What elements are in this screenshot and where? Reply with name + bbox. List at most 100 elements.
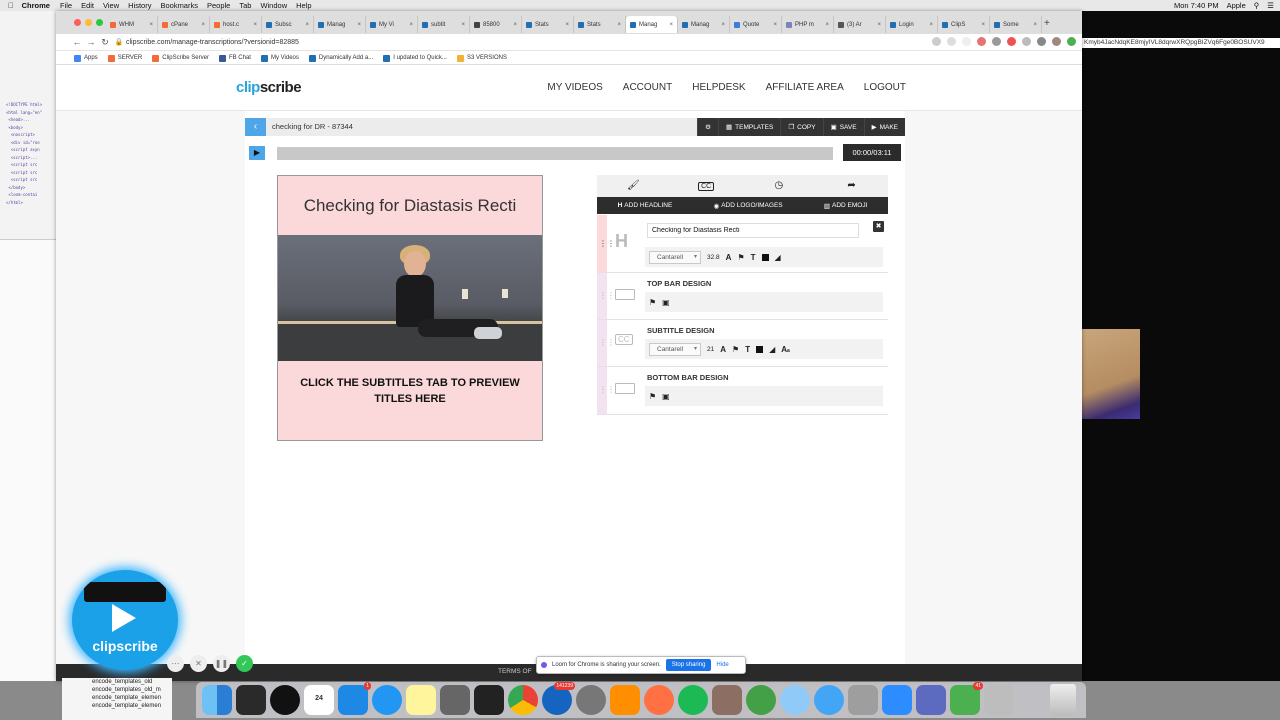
menu-history[interactable]: History xyxy=(128,1,151,10)
bookmark-item[interactable]: S3 VERSIONS xyxy=(456,54,507,62)
browser-tab[interactable]: My Vi × xyxy=(366,16,418,33)
bookmark-item[interactable]: ClipScribe Server xyxy=(152,54,209,62)
bookmark-item[interactable]: My Videos xyxy=(260,54,299,62)
add-emoji-button[interactable]: ▧ ADD EMOJI xyxy=(824,202,868,210)
tab-share[interactable]: ➦ xyxy=(815,175,888,197)
loom-finish-button[interactable]: ✓ xyxy=(236,655,253,672)
menu-people[interactable]: People xyxy=(207,1,230,10)
finder-file-item[interactable]: encode_templates_old xyxy=(92,678,172,686)
hide-banner-button[interactable]: Hide xyxy=(716,662,728,668)
tab-close-icon[interactable]: × xyxy=(253,22,257,28)
tab-close-icon[interactable]: × xyxy=(617,22,621,28)
bookmark-item[interactable]: FB Chat xyxy=(218,54,251,62)
clock[interactable]: Mon 7:40 PM xyxy=(1174,1,1219,10)
tab-close-icon[interactable]: × xyxy=(929,22,933,28)
add-headline-button[interactable]: H ADD HEADLINE xyxy=(618,202,673,209)
zoom-icon[interactable] xyxy=(947,37,956,46)
drag-handle-icon[interactable]: ⋮⋮ xyxy=(599,291,615,300)
nav-account[interactable]: ACCOUNT xyxy=(623,82,672,93)
make-button[interactable]: ▶ MAKE xyxy=(863,118,905,136)
back-arrow-icon[interactable]: ← xyxy=(70,37,84,47)
browser-tab[interactable]: Manag × xyxy=(314,16,366,33)
menu-file[interactable]: File xyxy=(60,1,72,10)
facetime-icon[interactable]: 41 xyxy=(950,682,983,715)
finder-file-item[interactable]: encode_templates_old_m xyxy=(92,686,172,694)
atom-icon[interactable] xyxy=(746,685,776,715)
tab-close-icon[interactable]: × xyxy=(981,22,985,28)
finder-icon[interactable] xyxy=(202,685,232,715)
loom-cancel-button[interactable]: ✕ xyxy=(190,655,207,672)
zoom-app-icon[interactable] xyxy=(882,685,912,715)
menu-window[interactable]: Window xyxy=(260,1,287,10)
star-icon[interactable] xyxy=(962,37,971,46)
text-color-swatch[interactable] xyxy=(756,345,764,353)
menu-help[interactable]: Help xyxy=(296,1,311,10)
extensions-puzzle-icon[interactable] xyxy=(1037,37,1046,46)
progress-track[interactable] xyxy=(277,147,833,160)
tab-close-icon[interactable]: × xyxy=(721,22,725,28)
menu-edit[interactable]: Edit xyxy=(81,1,94,10)
extension-red-icon[interactable] xyxy=(977,37,986,46)
notes-icon[interactable] xyxy=(406,685,436,715)
background-shape-icon[interactable]: ◢ xyxy=(769,345,775,354)
tab-close-icon[interactable]: × xyxy=(409,22,413,28)
bookmark-item[interactable]: SERVER xyxy=(107,54,142,62)
browser-tab[interactable]: Quote × xyxy=(730,16,782,33)
tab-close-icon[interactable]: × xyxy=(825,22,829,28)
url-field[interactable]: clipscribe.com/manage-transcriptions/?ve… xyxy=(126,37,906,48)
settings-button[interactable]: ⚙ xyxy=(697,118,718,136)
menu-tab[interactable]: Tab xyxy=(239,1,251,10)
browser-tab[interactable]: PHP m × xyxy=(782,16,834,33)
text-style-icon[interactable]: T xyxy=(751,253,756,262)
trash-icon[interactable] xyxy=(1050,684,1076,716)
finder-file-item[interactable]: encode_template_elemen xyxy=(92,702,172,710)
fill-bucket-icon[interactable]: ⚑ xyxy=(649,392,656,401)
firefox-icon[interactable] xyxy=(644,685,674,715)
subtitle-size-value[interactable]: 21 xyxy=(707,346,714,353)
browser-tab[interactable]: Some × xyxy=(990,16,1042,33)
loom-camera-bubble[interactable]: clipscribe xyxy=(72,570,178,670)
tab-close-icon[interactable]: × xyxy=(149,22,153,28)
stop-sharing-button[interactable]: Stop sharing xyxy=(665,659,712,671)
browser-tab[interactable]: Stats × xyxy=(522,16,574,33)
menu-view[interactable]: View xyxy=(103,1,119,10)
extension-pen-icon[interactable] xyxy=(1007,37,1016,46)
chrome-canary-icon[interactable] xyxy=(814,685,844,715)
browser-tab[interactable]: Manag × xyxy=(626,16,678,33)
app-store-icon[interactable]: 1 xyxy=(338,682,371,715)
terminal-icon[interactable] xyxy=(474,685,504,715)
screenflow-icon[interactable] xyxy=(236,685,266,715)
tab-close-icon[interactable]: × xyxy=(1033,22,1037,28)
nav-logout[interactable]: LOGOUT xyxy=(864,82,906,93)
loom-menu-button[interactable]: ⋯ xyxy=(167,655,184,672)
letter-case-icon[interactable]: Aa xyxy=(781,345,790,354)
back-button[interactable]: ‹ xyxy=(245,118,266,136)
spotify-icon[interactable] xyxy=(678,685,708,715)
mic-icon[interactable] xyxy=(932,37,941,46)
browser-tab[interactable]: Subsc × xyxy=(262,16,314,33)
fill-bucket-icon[interactable]: ⚑ xyxy=(732,345,739,354)
tab-close-icon[interactable]: × xyxy=(565,22,569,28)
safari-icon[interactable] xyxy=(372,685,402,715)
tab-timing[interactable]: ◷ xyxy=(743,175,816,197)
drag-handle-icon[interactable]: ⋮⋮ xyxy=(599,385,615,394)
add-logo-button[interactable]: ◉ ADD LOGO/IMAGES xyxy=(714,202,783,210)
fill-bucket-icon[interactable]: ⚑ xyxy=(649,298,656,307)
obs-icon[interactable] xyxy=(270,685,300,715)
calculator-icon[interactable] xyxy=(440,685,470,715)
spotlight-icon[interactable]: ⚲ xyxy=(1254,1,1260,10)
mail-icon[interactable]: 141239 xyxy=(542,682,575,715)
tab-close-icon[interactable]: × xyxy=(773,22,777,28)
menu-list-icon[interactable]: ☰ xyxy=(1267,1,1274,10)
remove-headline-button[interactable]: ✖ xyxy=(873,221,884,232)
browser-tab[interactable]: Manag × xyxy=(678,16,730,33)
browser-tab[interactable]: WHM × xyxy=(106,16,158,33)
bookmark-item[interactable]: I updated to Quick... xyxy=(383,54,447,62)
tab-close-icon[interactable]: × xyxy=(461,22,465,28)
save-button[interactable]: ▣ SAVE xyxy=(822,118,864,136)
browser-tab[interactable]: Login × xyxy=(886,16,938,33)
chrome-dock-icon[interactable] xyxy=(508,685,538,715)
nav-my-videos[interactable]: MY VIDEOS xyxy=(547,82,602,93)
clipscribe-logo[interactable]: clipscribe xyxy=(236,79,302,96)
menubar-app-name[interactable]: Chrome xyxy=(22,1,50,10)
